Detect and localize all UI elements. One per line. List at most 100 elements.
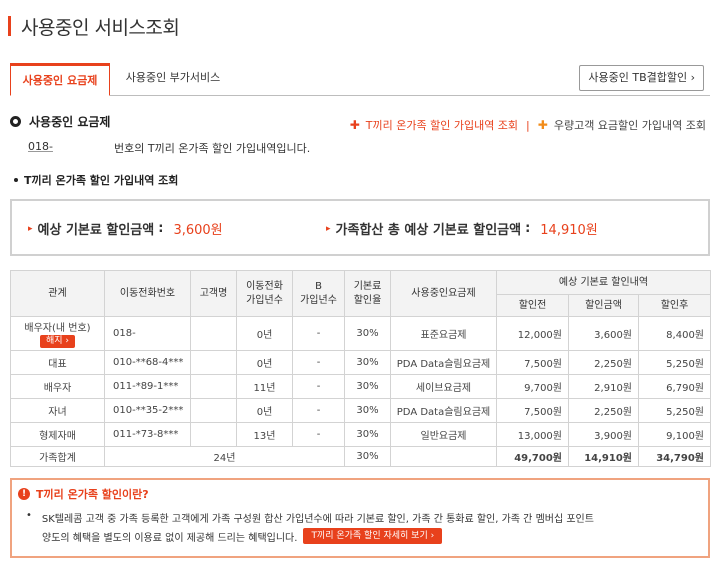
- header-phone: 이동전화번호: [104, 270, 191, 317]
- phone-cell: 011-*73-8***: [104, 422, 191, 447]
- customer-cell: [190, 374, 237, 399]
- header-customer: 고객명: [190, 270, 237, 317]
- discount-history-link[interactable]: T끼리 온가족 할인 가입내역 조회: [366, 117, 518, 133]
- discount-summary-box: ▸ 예상 기본료 할인금액 : 3,600원 ▸ 가족합산 총 예상 기본료 할…: [10, 199, 710, 256]
- page-header: 사용중인 서비스조회: [8, 12, 180, 40]
- customer-cell: [190, 316, 237, 351]
- amount-cell: 3,600원: [568, 316, 639, 351]
- plan-cell: PDA Data슬림요금제: [390, 398, 497, 423]
- header-years: 이동전화 가입년수: [236, 270, 293, 317]
- sub-section-heading: T끼리 온가족 할인 가입내역 조회: [14, 172, 178, 188]
- expected-discount-value: 3,600원: [173, 223, 223, 238]
- header-b-line2: 가입년수: [300, 294, 337, 306]
- customer-cell: [190, 350, 237, 375]
- phone-cell: 011-*89-1***: [104, 374, 191, 399]
- header-rate: 기본료할인율: [344, 270, 391, 317]
- b-years-cell: -: [292, 350, 345, 375]
- tb-bundle-discount-button[interactable]: 사용중인 TB결합할인 ›: [579, 65, 704, 91]
- header-b-line1: B: [315, 280, 322, 292]
- b-years-cell: -: [292, 398, 345, 423]
- link-separator: |: [526, 118, 530, 132]
- cancel-button[interactable]: 해지 ›: [39, 335, 76, 348]
- total-after: 34,790원: [638, 446, 711, 467]
- relation-text: 배우자(내 번호): [24, 323, 91, 334]
- section-title: 사용중인 요금제: [29, 115, 111, 129]
- before-cell: 7,500원: [496, 350, 569, 375]
- loyal-discount-link[interactable]: 우량고객 요금할인 가입내역 조회: [554, 117, 706, 133]
- after-cell: 9,100원: [638, 422, 711, 447]
- relation-cell: 자녀: [10, 398, 105, 423]
- before-cell: 7,500원: [496, 398, 569, 423]
- arrow-right-icon: ▸: [326, 223, 331, 234]
- detail-view-button[interactable]: T끼리 온가족 할인 자세히 보기 ›: [303, 528, 443, 544]
- info-text-2: 양도의 혜택을 별도의 이용료 없이 제공해 드리는 혜택입니다.: [42, 532, 298, 544]
- amount-cell: 2,250원: [568, 398, 639, 423]
- info-title: T끼리 온가족 할인이란?: [36, 488, 149, 501]
- header-relation: 관계: [10, 270, 105, 317]
- info-heading: ! T끼리 온가족 할인이란?: [18, 486, 149, 502]
- plus-icon: ✚: [537, 118, 548, 132]
- phone-cell: 010-**68-4***: [104, 350, 191, 375]
- ring-bullet-icon: [10, 116, 21, 127]
- relation-cell: 형제자매: [10, 422, 105, 447]
- after-cell: 5,250원: [638, 398, 711, 423]
- total-rate: 30%: [344, 446, 391, 467]
- tab-addon-services[interactable]: 사용중인 부가서비스: [118, 63, 228, 96]
- rate-cell: 30%: [344, 422, 391, 447]
- rate-cell: 30%: [344, 398, 391, 423]
- amount-cell: 2,910원: [568, 374, 639, 399]
- title-accent-bar: [8, 16, 11, 36]
- before-cell: 13,000원: [496, 422, 569, 447]
- table-row: 대표 010-**68-4*** 0년 - 30% PDA Data슬림요금제 …: [10, 350, 711, 375]
- rate-cell: 30%: [344, 374, 391, 399]
- phone-cell: 018-: [104, 316, 191, 351]
- amount-cell: 2,250원: [568, 350, 639, 375]
- total-years: 24년: [104, 446, 345, 467]
- header-years-line2: 가입년수: [246, 294, 283, 306]
- header-rate-line1: 기본료: [353, 280, 382, 292]
- table-row: 자녀 010-**35-2*** 0년 - 30% PDA Data슬림요금제 …: [10, 398, 711, 423]
- years-cell: 11년: [236, 374, 293, 399]
- b-years-cell: -: [292, 316, 345, 351]
- customer-cell: [190, 398, 237, 423]
- section-heading: 사용중인 요금제: [10, 113, 110, 130]
- years-cell: 0년: [236, 350, 293, 375]
- total-discount-label: 가족합산 총 예상 기본료 할인금액: [335, 223, 522, 238]
- header-discount-group: 예상 기본료 할인내역: [496, 270, 711, 295]
- total-label: 가족합계: [10, 446, 105, 467]
- header-b-years: B 가입년수: [292, 270, 345, 317]
- header-before: 할인전: [496, 294, 569, 317]
- total-row: 가족합계 24년 30% 49,700원 14,910원 34,790원: [10, 446, 711, 467]
- colon: :: [525, 221, 531, 236]
- rate-cell: 30%: [344, 350, 391, 375]
- phone-cell: 010-**35-2***: [104, 398, 191, 423]
- plan-cell: 표준요금제: [390, 316, 497, 351]
- page-title: 사용중인 서비스조회: [21, 16, 180, 39]
- exclamation-icon: !: [18, 488, 30, 500]
- header-rate-line2: 할인율: [353, 294, 382, 306]
- plus-icon: ✚: [349, 118, 360, 132]
- b-years-cell: -: [292, 374, 345, 399]
- table-row: 배우자 011-*89-1*** 11년 - 30% 세이브요금제 9,700원…: [10, 374, 711, 399]
- number-description: 번호의 T끼리 온가족 할인 가입내역입니다.: [114, 142, 311, 155]
- after-cell: 6,790원: [638, 374, 711, 399]
- info-line-1: • SK텔레콤 고객 중 가족 등록한 고객에게 가족 구성원 합산 가입년수에…: [26, 510, 594, 525]
- years-cell: 0년: [236, 316, 293, 351]
- sub-section-title: T끼리 온가족 할인 가입내역 조회: [24, 174, 179, 187]
- total-plan: [390, 446, 497, 467]
- expected-discount: ▸ 예상 기본료 할인금액 : 3,600원: [28, 219, 223, 238]
- before-cell: 9,700원: [496, 374, 569, 399]
- total-before: 49,700원: [496, 446, 569, 467]
- table-row: 배우자(내 번호) 해지 › 018- 0년 - 30% 표준요금제 12,00…: [10, 316, 711, 351]
- tab-plan[interactable]: 사용중인 요금제: [10, 63, 110, 96]
- header-plan: 사용중인요금제: [390, 270, 497, 317]
- years-cell: 0년: [236, 398, 293, 423]
- phone-number-prefix: 018-: [28, 140, 53, 153]
- arrow-right-icon: ▸: [28, 223, 33, 234]
- plan-cell: 세이브요금제: [390, 374, 497, 399]
- total-amount: 14,910원: [568, 446, 639, 467]
- bullet: •: [26, 510, 32, 521]
- relation-cell: 배우자(내 번호) 해지 ›: [10, 316, 105, 351]
- expected-discount-label: 예상 기본료 할인금액: [37, 223, 155, 238]
- rate-cell: 30%: [344, 316, 391, 351]
